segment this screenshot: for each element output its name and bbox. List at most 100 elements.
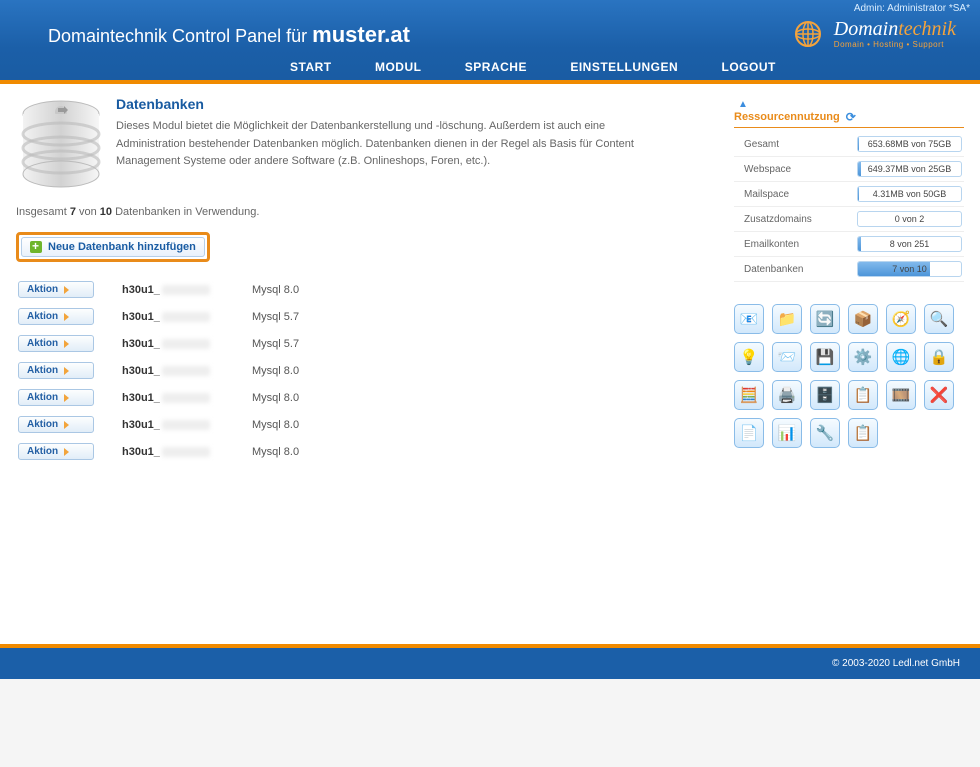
database-row: Aktion h30u1_Mysql 8.0 bbox=[18, 384, 656, 411]
resource-row: Emailkonten8 von 251 bbox=[734, 232, 964, 257]
chevron-right-icon bbox=[64, 340, 69, 348]
module-icon[interactable]: 🔧 bbox=[810, 418, 840, 448]
main-nav: START MODUL SPRACHE EINSTELLUNGEN LOGOUT bbox=[270, 60, 796, 74]
module-description: Dieses Modul bietet die Möglichkeit der … bbox=[116, 118, 656, 171]
nav-start[interactable]: START bbox=[290, 60, 332, 74]
footer: © 2003-2020 Ledl.net GmbH bbox=[0, 644, 980, 679]
resource-bar: 653.68MB von 75GB bbox=[857, 136, 962, 152]
database-name: h30u1_ bbox=[122, 284, 252, 296]
database-row: Aktion h30u1_Mysql 5.7 bbox=[18, 330, 656, 357]
nav-einstellungen[interactable]: EINSTELLUNGEN bbox=[570, 60, 678, 74]
module-icon[interactable]: ⚙️ bbox=[848, 342, 878, 372]
refresh-icon[interactable]: ⟳ bbox=[846, 110, 856, 124]
database-list: Aktionh30u1_Mysql 8.0Aktionh30u1_Mysql 5… bbox=[18, 276, 656, 465]
admin-label: Admin: Administrator *SA* bbox=[854, 3, 970, 14]
action-button[interactable]: Aktion bbox=[18, 281, 94, 298]
resource-label: Emailkonten bbox=[734, 232, 855, 257]
module-icon[interactable]: 🗄️ bbox=[810, 380, 840, 410]
module-icon[interactable]: 🔄 bbox=[810, 304, 840, 334]
database-row: Aktion h30u1_Mysql 8.0 bbox=[18, 357, 656, 384]
resource-row: Zusatzdomains0 von 2 bbox=[734, 207, 964, 232]
resource-row: Mailspace4.31MB von 50GB bbox=[734, 182, 964, 207]
module-icon-grid: 📧 📁 🔄 📦 🧭 🔍 💡 📨 💾 ⚙️ 🌐 🔒 🧮 🖨️ 🗄️ 📋 🎞️ ❌ 📄 📊 🔧 📋 bbox=[734, 304, 964, 448]
database-version: Mysql 8.0 bbox=[252, 446, 299, 458]
module-icon[interactable]: 📄 bbox=[734, 418, 764, 448]
module-icon[interactable]: 🔒 bbox=[924, 342, 954, 372]
globe-icon bbox=[788, 14, 828, 54]
action-button[interactable]: Aktion bbox=[18, 416, 94, 433]
database-version: Mysql 8.0 bbox=[252, 419, 299, 431]
module-icon[interactable]: 📋 bbox=[848, 380, 878, 410]
resources-table: Gesamt653.68MB von 75GBWebspace649.37MB … bbox=[734, 132, 964, 282]
module-icon[interactable]: 🖨️ bbox=[772, 380, 802, 410]
nav-logout[interactable]: LOGOUT bbox=[722, 60, 776, 74]
module-heading: Datenbanken bbox=[116, 96, 656, 112]
action-button[interactable]: Aktion bbox=[18, 443, 94, 460]
module-icon[interactable]: 🧮 bbox=[734, 380, 764, 410]
resource-label: Gesamt bbox=[734, 132, 855, 157]
resource-bar: 8 von 251 bbox=[857, 236, 962, 252]
action-button[interactable]: Aktion bbox=[18, 335, 94, 352]
database-version: Mysql 5.7 bbox=[252, 311, 299, 323]
add-database-highlight: Neue Datenbank hinzufügen bbox=[16, 232, 210, 262]
database-version: Mysql 8.0 bbox=[252, 284, 299, 296]
usage-summary: Insgesamt 7 von 10 Datenbanken in Verwen… bbox=[16, 206, 656, 218]
database-row: Aktion h30u1_Mysql 8.0 bbox=[18, 438, 656, 465]
database-icon bbox=[16, 96, 116, 194]
resource-label: Webspace bbox=[734, 157, 855, 182]
database-name: h30u1_ bbox=[122, 446, 252, 458]
nav-modul[interactable]: MODUL bbox=[375, 60, 422, 74]
resource-bar: 7 von 10 bbox=[857, 261, 962, 277]
chevron-right-icon bbox=[64, 313, 69, 321]
module-icon[interactable]: 📨 bbox=[772, 342, 802, 372]
nav-sprache[interactable]: SPRACHE bbox=[465, 60, 527, 74]
resource-bar: 0 von 2 bbox=[857, 211, 962, 227]
database-version: Mysql 5.7 bbox=[252, 338, 299, 350]
resource-label: Datenbanken bbox=[734, 257, 855, 282]
database-row: Aktion h30u1_Mysql 5.7 bbox=[18, 303, 656, 330]
brand-logo: Domaintechnik Domain • Hosting • Support bbox=[788, 14, 956, 54]
add-database-button[interactable]: Neue Datenbank hinzufügen bbox=[21, 237, 205, 257]
resource-label: Mailspace bbox=[734, 182, 855, 207]
database-name: h30u1_ bbox=[122, 338, 252, 350]
chevron-right-icon bbox=[64, 367, 69, 375]
sidebar: ▲ Ressourcennutzung ⟳ Gesamt653.68MB von… bbox=[734, 96, 964, 604]
chevron-right-icon bbox=[64, 448, 69, 456]
action-button[interactable]: Aktion bbox=[18, 362, 94, 379]
module-icon[interactable]: 💾 bbox=[810, 342, 840, 372]
module-icon[interactable]: 📋 bbox=[848, 418, 878, 448]
module-icon[interactable]: 🌐 bbox=[886, 342, 916, 372]
database-row: Aktion h30u1_Mysql 8.0 bbox=[18, 411, 656, 438]
resources-heading: Ressourcennutzung ⟳ bbox=[734, 110, 964, 128]
module-icon[interactable]: 📦 bbox=[848, 304, 878, 334]
action-button[interactable]: Aktion bbox=[18, 308, 94, 325]
database-row: Aktion h30u1_Mysql 8.0 bbox=[18, 276, 656, 303]
module-icon[interactable]: 🧭 bbox=[886, 304, 916, 334]
database-version: Mysql 8.0 bbox=[252, 392, 299, 404]
module-icon[interactable]: 💡 bbox=[734, 342, 764, 372]
database-name: h30u1_ bbox=[122, 311, 252, 323]
module-icon[interactable]: 📊 bbox=[772, 418, 802, 448]
chevron-right-icon bbox=[64, 421, 69, 429]
page-title: Domaintechnik Control Panel für muster.a… bbox=[48, 22, 410, 48]
module-icon[interactable]: 🎞️ bbox=[886, 380, 916, 410]
chevron-right-icon bbox=[64, 286, 69, 294]
module-icon[interactable]: 📧 bbox=[734, 304, 764, 334]
collapse-icon[interactable]: ▲ bbox=[738, 99, 748, 110]
resource-row: Gesamt653.68MB von 75GB bbox=[734, 132, 964, 157]
database-name: h30u1_ bbox=[122, 419, 252, 431]
database-version: Mysql 8.0 bbox=[252, 365, 299, 377]
module-icon[interactable]: ❌ bbox=[924, 380, 954, 410]
resource-row: Datenbanken7 von 10 bbox=[734, 257, 964, 282]
module-icon[interactable]: 📁 bbox=[772, 304, 802, 334]
plus-icon bbox=[30, 241, 42, 253]
database-name: h30u1_ bbox=[122, 365, 252, 377]
resource-row: Webspace649.37MB von 25GB bbox=[734, 157, 964, 182]
resource-label: Zusatzdomains bbox=[734, 207, 855, 232]
database-name: h30u1_ bbox=[122, 392, 252, 404]
content: Datenbanken Dieses Modul bietet die Mögl… bbox=[16, 96, 676, 604]
header: Admin: Administrator *SA* Domaintechnik … bbox=[0, 0, 980, 84]
module-icon[interactable]: 🔍 bbox=[924, 304, 954, 334]
resource-bar: 649.37MB von 25GB bbox=[857, 161, 962, 177]
action-button[interactable]: Aktion bbox=[18, 389, 94, 406]
